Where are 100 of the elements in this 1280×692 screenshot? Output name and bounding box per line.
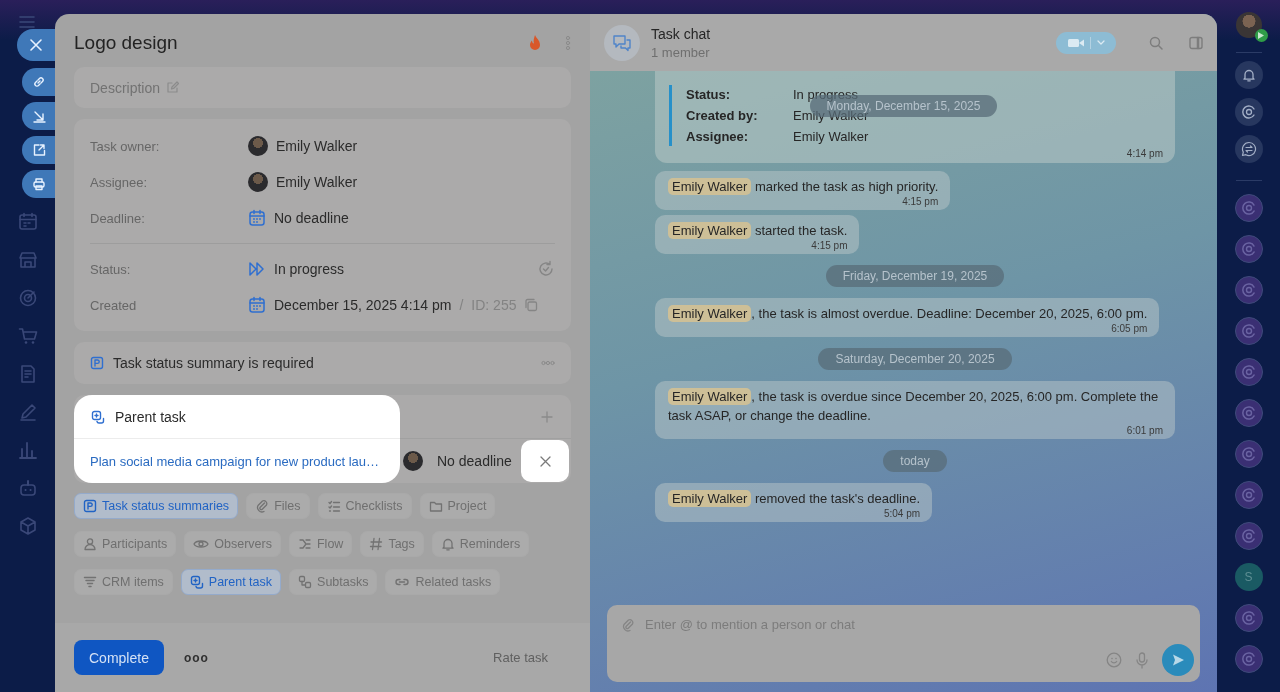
messages-button[interactable] [1234, 135, 1263, 163]
copilot-chat-icon[interactable] [1234, 604, 1263, 632]
section-chip[interactable]: Parent task [180, 569, 282, 595]
download-icon [31, 109, 46, 123]
menu-icon[interactable] [19, 16, 35, 28]
copilot-chat-icon[interactable] [1234, 399, 1263, 427]
copilot-chat-icon[interactable] [1234, 317, 1263, 345]
copilot-chat-icon[interactable] [1234, 358, 1263, 386]
bar-chart-icon[interactable] [17, 440, 38, 460]
section-chip[interactable]: Reminders [431, 531, 530, 557]
pencil-icon[interactable] [17, 402, 38, 422]
smiley-icon[interactable] [1106, 652, 1122, 668]
field-label: Status: [686, 87, 732, 102]
download-button[interactable] [22, 102, 55, 130]
more-button[interactable]: ooo [179, 650, 213, 665]
avatar [248, 172, 268, 192]
avatar [248, 136, 268, 156]
video-call-button[interactable] [1056, 31, 1116, 54]
section-chip[interactable]: Project [419, 493, 496, 519]
description-field[interactable]: Description [74, 67, 571, 108]
copilot-chat-icon[interactable] [1234, 645, 1263, 673]
section-chip[interactable]: Task status summaries [74, 493, 239, 519]
copilot-chat-icon[interactable] [1234, 481, 1263, 509]
open-external-button[interactable] [22, 136, 55, 164]
external-link-icon [31, 143, 46, 157]
message-text: Emily Walker marked the task as high priority. [668, 177, 939, 196]
copilot-chat-icon[interactable] [1234, 440, 1263, 468]
date-divider: Friday, December 19, 2025 [825, 265, 1005, 287]
video-camera-icon [1067, 37, 1084, 48]
eye-icon [193, 537, 210, 551]
copilot-chat-icon[interactable] [1234, 522, 1263, 550]
chat-title: Task chat [651, 25, 712, 42]
flame-icon[interactable] [527, 34, 543, 52]
close-button[interactable] [17, 29, 55, 61]
person-icon [83, 537, 97, 551]
chevron-down-icon [1096, 39, 1105, 46]
message-text: Emily Walker , the task is overdue since December 20, 2025, 6:00 pm. Complete the task ASAP, or change the deadline. [668, 387, 1160, 425]
parent-task-link[interactable]: Plan social media campaign for new product lau… [90, 453, 380, 469]
section-chip[interactable]: Flow [288, 531, 353, 557]
message-time: 4:15 pm [810, 240, 848, 251]
cube-icon[interactable] [17, 516, 38, 536]
send-icon [1171, 653, 1185, 667]
field-value: No deadline [274, 210, 349, 226]
edit-icon [166, 81, 180, 94]
field-value[interactable]: Emily Walker [276, 138, 358, 154]
calendar-icon[interactable] [17, 212, 38, 232]
swirl-icon [1240, 104, 1257, 120]
bell-icon [440, 537, 455, 551]
message-time: 6:05 pm [1110, 323, 1148, 334]
target-icon[interactable] [17, 288, 38, 308]
robot-icon[interactable] [17, 478, 38, 498]
calendar-icon [248, 209, 266, 227]
copilot-chat-icon[interactable] [1234, 235, 1263, 263]
field-label: Status: [90, 261, 132, 277]
message-time: 4:15 pm [901, 196, 939, 207]
message-text: Emily Walker , the task is almost overdue. Deadline: December 20, 2025, 6:00 pm. [668, 304, 1148, 323]
refresh-check-icon[interactable] [537, 260, 555, 278]
separator: / [459, 297, 464, 313]
chat-arrows-icon [1240, 141, 1257, 157]
section-chip[interactable]: Files [246, 493, 310, 519]
avatar[interactable] [1235, 12, 1262, 38]
copilot-chat-icon[interactable] [1234, 194, 1263, 222]
field-value: In progress [793, 87, 859, 102]
section-chip[interactable]: Related tasks [385, 569, 501, 595]
section-chip[interactable]: Observers [184, 531, 281, 557]
remove-button[interactable] [521, 440, 569, 482]
microphone-icon[interactable] [1136, 651, 1148, 669]
printer-icon [31, 177, 46, 191]
section-chip[interactable]: Subtasks [289, 569, 378, 595]
chat-avatar[interactable]: S [1234, 563, 1263, 591]
sidebar-toggle-icon[interactable] [1189, 35, 1203, 50]
more-icon[interactable] [541, 360, 555, 366]
send-button[interactable] [1162, 644, 1194, 676]
hash-icon [369, 537, 384, 551]
plus-icon[interactable] [541, 410, 553, 423]
section-chip[interactable]: Participants [74, 531, 177, 557]
parent-task-icon [91, 409, 105, 424]
close-icon [30, 39, 42, 51]
complete-button[interactable]: Complete [74, 640, 164, 675]
store-icon[interactable] [17, 250, 38, 270]
search-icon[interactable] [1149, 35, 1163, 50]
section-chip[interactable]: Tags [360, 531, 424, 557]
copy-icon[interactable] [524, 298, 539, 312]
notifications-button[interactable] [1234, 61, 1263, 89]
print-button[interactable] [22, 170, 55, 198]
section-chip[interactable]: Checklists [317, 493, 412, 519]
flow-icon [297, 537, 312, 551]
more-vertical-icon[interactable] [565, 35, 571, 51]
message-text: Emily Walker started the task. [668, 221, 848, 240]
cart-icon[interactable] [17, 326, 38, 346]
parent-task-icon [189, 575, 204, 589]
message-text: Emily Walker removed the task's deadline. [668, 489, 921, 508]
section-chip[interactable]: CRM items [74, 569, 173, 595]
copilot-button[interactable] [1234, 98, 1263, 126]
field-value[interactable]: Emily Walker [276, 174, 358, 190]
rate-task-button[interactable]: Rate task [487, 649, 554, 666]
link-button[interactable] [22, 68, 55, 96]
paperclip-icon[interactable] [621, 617, 635, 632]
copilot-chat-icon[interactable] [1234, 276, 1263, 304]
date-divider: today [883, 450, 947, 472]
